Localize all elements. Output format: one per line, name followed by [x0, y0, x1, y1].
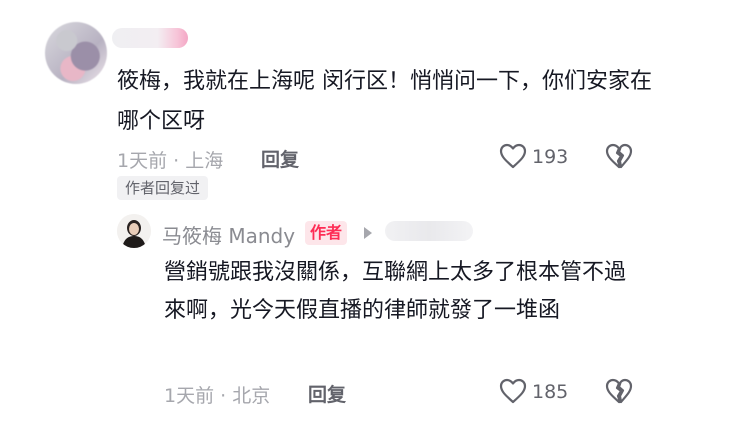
comment-like-button[interactable] — [499, 143, 527, 169]
broken-heart-icon — [605, 378, 633, 404]
comment-text: 筱梅，我就在上海呢 闵行区！悄悄问一下，你们安家在哪个区呀 — [117, 69, 652, 134]
reply-target-username-blurred[interactable] — [385, 221, 473, 241]
author-replied-tag: 作者回复过 — [117, 176, 209, 200]
reply-like-count: 185 — [532, 381, 569, 403]
reply-dislike-button[interactable] — [605, 378, 633, 404]
author-avatar[interactable] — [117, 214, 151, 248]
comment-like-count: 193 — [532, 146, 569, 168]
comment-time-location: 1天前 · 上海 — [117, 150, 224, 172]
broken-heart-icon — [605, 143, 633, 169]
triangle-right-icon — [364, 227, 372, 239]
comment-dislike-button[interactable] — [605, 143, 633, 169]
heart-outline-icon — [499, 378, 527, 404]
reply-like-button[interactable] — [499, 378, 527, 404]
avatar-portrait-icon — [117, 214, 151, 248]
author-badge: 作者 — [305, 221, 348, 245]
commenter-avatar[interactable] — [45, 22, 107, 84]
reply-reply-button[interactable]: 回复 — [308, 380, 346, 407]
heart-outline-icon — [499, 143, 527, 169]
commenter-username-blurred[interactable] — [112, 28, 188, 48]
reply-time-location: 1天前 · 北京 — [164, 385, 271, 407]
reply-text: 營銷號跟我沒關係，互聯網上太多了根本管不過來啊，光今天假直播的律師就發了一堆函 — [164, 260, 627, 323]
comment-reply-button[interactable]: 回复 — [261, 145, 299, 172]
author-username[interactable]: 马筱梅 Mandy — [162, 220, 295, 249]
